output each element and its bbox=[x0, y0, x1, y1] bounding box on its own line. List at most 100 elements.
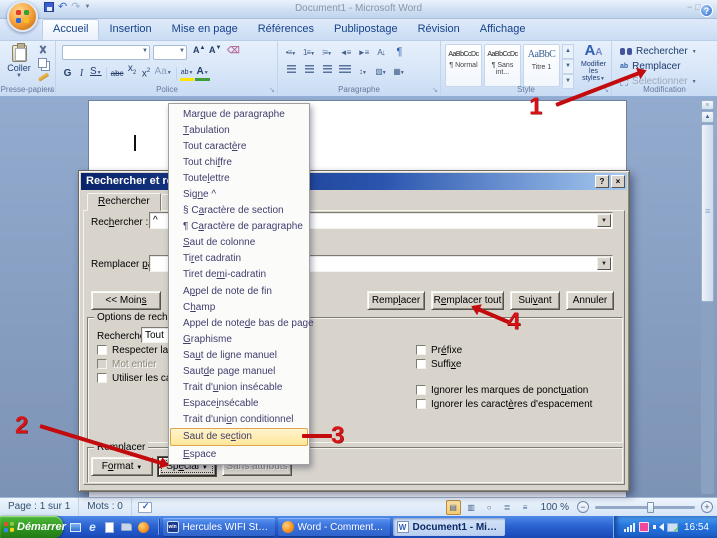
volume-icon[interactable] bbox=[652, 522, 664, 532]
annuler-button[interactable]: Annuler bbox=[566, 291, 614, 310]
checkbox-icon[interactable] bbox=[97, 345, 107, 355]
internet-explorer-icon[interactable]: e bbox=[86, 520, 99, 534]
menu-item[interactable]: Ti r et cadratin bbox=[170, 251, 308, 267]
zoom-slider[interactable] bbox=[595, 501, 695, 513]
zoom-slider-thumb[interactable] bbox=[647, 501, 654, 513]
checkbox-row[interactable]: Ignorer les caractères d'espacement bbox=[416, 397, 592, 411]
office-button[interactable] bbox=[7, 1, 38, 32]
checkbox-icon[interactable] bbox=[416, 359, 426, 369]
menu-item[interactable]: Tout caract è re bbox=[170, 138, 308, 154]
dialog-titlebar[interactable]: Rechercher et remplacer bbox=[81, 173, 627, 190]
justify-icon[interactable] bbox=[337, 64, 353, 79]
checkbox-row[interactable]: Préfixe bbox=[416, 343, 462, 357]
superscript-button[interactable]: x2 bbox=[140, 64, 153, 81]
checkbox-icon[interactable] bbox=[416, 385, 426, 395]
strikethrough-button[interactable]: abc bbox=[110, 66, 125, 81]
tab-insertion[interactable]: Insertion bbox=[99, 19, 161, 38]
decrease-indent-icon[interactable]: ◄≡ bbox=[337, 45, 353, 60]
shading-icon[interactable]: ▨▼ bbox=[373, 64, 389, 79]
dialog-tab-rechercher[interactable]: Rechercher bbox=[87, 193, 161, 211]
wifi-utility-icon[interactable] bbox=[638, 522, 649, 532]
menu-item[interactable]: Ap pel de note de fin bbox=[170, 283, 308, 299]
network-icon[interactable] bbox=[666, 522, 680, 534]
menu-item[interactable]: Trait d' u nion insécable bbox=[170, 380, 308, 396]
tab-révision[interactable]: Révision bbox=[408, 19, 470, 38]
vertical-scrollbar[interactable]: ≡ ▲ bbox=[701, 100, 714, 494]
folder-icon[interactable] bbox=[120, 521, 133, 534]
menu-item[interactable]: Ch amp bbox=[170, 299, 308, 315]
menu-item[interactable]: Espace i nsécable bbox=[170, 396, 308, 412]
less-button[interactable]: << Moins bbox=[91, 291, 161, 310]
menu-item[interactable]: Tiret de m i-cadratin bbox=[170, 267, 308, 283]
zoom-in-icon[interactable]: + bbox=[701, 501, 713, 513]
taskbar-task[interactable]: win Hercules WIFI Station bbox=[162, 518, 275, 536]
show-desktop-icon[interactable] bbox=[69, 521, 82, 534]
word-count[interactable]: Mots : 0 bbox=[79, 498, 132, 516]
remplacer-button[interactable]: Remplacer bbox=[367, 291, 425, 310]
undo-icon[interactable]: ↶ bbox=[58, 2, 67, 13]
bold-button[interactable]: G bbox=[61, 66, 74, 81]
checkbox-icon[interactable] bbox=[416, 345, 426, 355]
paste-button[interactable]: Coller ▼ bbox=[3, 43, 35, 84]
font-name-combo[interactable]: ▼ bbox=[62, 45, 150, 60]
font-color-button[interactable]: A▼ bbox=[195, 67, 210, 81]
draft-view-icon[interactable]: ≡ bbox=[518, 500, 533, 515]
page-indicator[interactable]: Page : 1 sur 1 bbox=[0, 498, 80, 516]
tab-affichage[interactable]: Affichage bbox=[470, 19, 536, 38]
zoom-out-icon[interactable]: − bbox=[577, 501, 589, 513]
menu-item[interactable]: Appel de note de bas de page bbox=[170, 315, 314, 331]
checkbox-icon[interactable] bbox=[416, 399, 426, 409]
menu-item[interactable]: Saut de page manuel bbox=[170, 364, 308, 380]
show-marks-icon[interactable]: ¶ bbox=[391, 45, 407, 60]
menu-item[interactable]: Saut de colonne bbox=[170, 235, 308, 251]
grow-font-button[interactable]: A▲ bbox=[193, 45, 205, 55]
checkbox-row[interactable]: Suffixe bbox=[416, 357, 462, 371]
format-painter-icon[interactable] bbox=[37, 72, 50, 82]
scroll-up-icon[interactable]: ▲ bbox=[701, 111, 714, 123]
clear-formatting-icon[interactable]: ⌫ bbox=[227, 45, 240, 56]
copy-icon[interactable] bbox=[38, 58, 47, 68]
menu-item[interactable]: Graphisme bbox=[170, 331, 308, 347]
numbering-icon[interactable]: 1≡▼ bbox=[301, 45, 317, 60]
checkbox-icon[interactable] bbox=[97, 359, 107, 369]
menu-item[interactable]: Trait d'uni o n conditionnel bbox=[170, 412, 308, 428]
menu-item[interactable]: ¶ Ca ractère de paragraphe bbox=[170, 219, 308, 235]
chevron-down-icon[interactable]: ▼ bbox=[597, 257, 611, 270]
menu-item[interactable]: Mar q ue de paragraphe bbox=[170, 106, 308, 122]
highlight-button[interactable]: ab▼ bbox=[179, 68, 195, 81]
subscript-button[interactable]: x2 bbox=[126, 61, 139, 81]
dialog-help-button[interactable]: ? bbox=[595, 175, 609, 188]
tab-accueil[interactable]: Accueil bbox=[42, 19, 100, 40]
font-size-combo[interactable]: ▼ bbox=[153, 45, 187, 60]
document-icon[interactable] bbox=[103, 521, 116, 534]
checkbox-row[interactable]: Ignorer les marques de ponctuation bbox=[416, 383, 592, 397]
style-chip[interactable]: AaBbCcDc ¶ Sans int... bbox=[484, 44, 521, 87]
checkbox-icon[interactable] bbox=[97, 373, 107, 383]
outline-view-icon[interactable]: ≣ bbox=[500, 500, 515, 515]
tab-références[interactable]: Références bbox=[248, 19, 324, 38]
sort-icon[interactable]: A↓ bbox=[373, 45, 389, 60]
align-left-icon[interactable] bbox=[283, 64, 299, 79]
bullets-icon[interactable]: •≡▼ bbox=[283, 45, 299, 60]
zoom-level[interactable]: 100 % bbox=[536, 502, 574, 513]
italic-button[interactable]: I bbox=[75, 66, 88, 81]
dialog-launcher-icon[interactable]: ↘ bbox=[432, 86, 438, 94]
underline-button[interactable]: S▼ bbox=[89, 64, 103, 81]
menu-item[interactable]: Espace bbox=[170, 446, 308, 462]
multilevel-list-icon[interactable]: ⁝≡▼ bbox=[319, 45, 335, 60]
tab-mise-en-page[interactable]: Mise en page bbox=[162, 19, 248, 38]
scrollbar-thumb[interactable] bbox=[701, 124, 714, 302]
align-center-icon[interactable] bbox=[301, 64, 317, 79]
firefox-icon[interactable] bbox=[137, 521, 150, 534]
dialog-launcher-icon[interactable]: ↘ bbox=[269, 86, 275, 94]
menu-item[interactable]: Toute l ettre bbox=[170, 170, 308, 186]
increase-indent-icon[interactable]: ►≡ bbox=[355, 45, 371, 60]
spellcheck-icon[interactable] bbox=[137, 501, 152, 513]
align-right-icon[interactable] bbox=[319, 64, 335, 79]
style-chip[interactable]: AaBbC Titre 1 bbox=[523, 44, 560, 87]
save-icon[interactable] bbox=[44, 2, 54, 12]
find-button[interactable]: Rechercher ▼ bbox=[620, 45, 697, 58]
print-layout-view-icon[interactable]: ▤ bbox=[445, 499, 461, 515]
chevron-down-icon[interactable]: ▼ bbox=[597, 214, 611, 227]
menu-item[interactable]: Sa u t de ligne manuel bbox=[170, 347, 308, 363]
